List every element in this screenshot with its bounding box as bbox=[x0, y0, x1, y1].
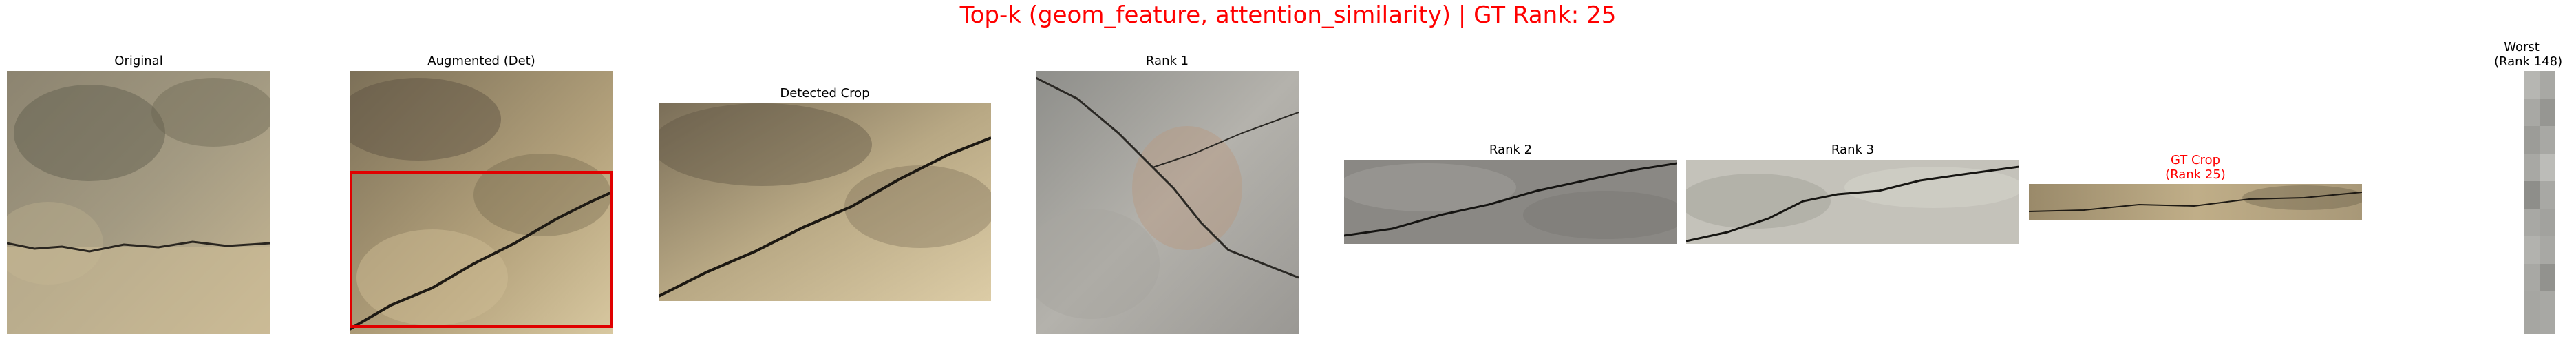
worst-image bbox=[2524, 71, 2555, 334]
panel-title-worst: Worst (Rank 148) bbox=[2494, 40, 2563, 69]
panel-title-detected: Detected Crop bbox=[780, 86, 870, 101]
gt-title-line1: GT Crop bbox=[2170, 153, 2221, 167]
gt-title-line2: (Rank 25) bbox=[2165, 167, 2226, 182]
detection-bounding-box bbox=[350, 171, 613, 328]
original-image bbox=[7, 71, 270, 334]
figure-title: Top-k (geom_feature, attention_similarit… bbox=[959, 1, 1617, 29]
rank2-image bbox=[1344, 160, 1677, 244]
panel-title-rank2: Rank 2 bbox=[1489, 143, 1533, 157]
panel-title-rank1: Rank 1 bbox=[1145, 54, 1189, 68]
panel-title-original: Original bbox=[114, 54, 163, 68]
gt-crop-image bbox=[2029, 184, 2362, 220]
worst-title-line1: Worst bbox=[2504, 40, 2540, 54]
panel-title-augmented: Augmented (Det) bbox=[427, 54, 535, 68]
panel-title-gt: GT Crop (Rank 25) bbox=[2029, 153, 2362, 182]
rank1-image bbox=[1036, 71, 1299, 334]
detected-crop-image bbox=[659, 103, 991, 301]
figure: Top-k (geom_feature, attention_similarit… bbox=[0, 0, 2576, 341]
worst-title-line2: (Rank 148) bbox=[2494, 54, 2563, 69]
panel-title-rank3: Rank 3 bbox=[1831, 143, 1875, 157]
rank3-image bbox=[1686, 160, 2019, 244]
